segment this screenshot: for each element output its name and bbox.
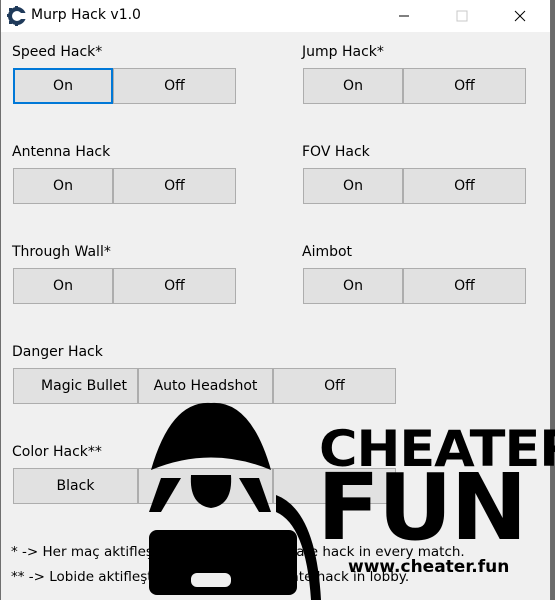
- watermark-cheater: CHEATER: [319, 420, 555, 478]
- danger-hack-off-button[interactable]: Off: [273, 368, 396, 404]
- antenna-hack-label: Antenna Hack: [12, 144, 111, 160]
- speed-hack-label: Speed Hack*: [12, 44, 103, 60]
- color-black-button[interactable]: Black: [13, 468, 138, 504]
- fov-hack-on-button[interactable]: On: [303, 168, 403, 204]
- window-title: Murp Hack v1.0: [31, 7, 141, 23]
- jump-hack-on-button[interactable]: On: [303, 68, 403, 104]
- jump-hack-label: Jump Hack*: [302, 44, 384, 60]
- note-lobby: ** -> Lobide aktifleştirin. - You must a…: [11, 569, 410, 585]
- danger-hack-label: Danger Hack: [12, 344, 103, 360]
- minimize-icon: [399, 15, 409, 17]
- title-bar: Murp Hack v1.0: [1, 0, 550, 32]
- speed-hack-on-button[interactable]: On: [13, 68, 113, 104]
- minimize-button[interactable]: [381, 0, 427, 32]
- fov-hack-label: FOV Hack: [302, 144, 370, 160]
- jump-hack-off-button[interactable]: Off: [403, 68, 526, 104]
- color-option-2-button[interactable]: [138, 468, 273, 504]
- magic-bullet-button[interactable]: Magic Bullet: [13, 368, 138, 404]
- note-every-match: * -> Her maç aktifleştirin. - You must a…: [11, 544, 465, 560]
- antenna-hack-off-button[interactable]: Off: [113, 168, 236, 204]
- through-wall-off-button[interactable]: Off: [113, 268, 236, 304]
- through-wall-label: Through Wall*: [12, 244, 111, 260]
- maximize-button[interactable]: [439, 0, 485, 32]
- color-hack-label: Color Hack**: [12, 444, 102, 460]
- app-window: Murp Hack v1.0 Speed Hack* On Off Jump H…: [0, 0, 555, 600]
- fov-hack-off-button[interactable]: Off: [403, 168, 526, 204]
- close-button[interactable]: [497, 0, 543, 32]
- maximize-icon: [456, 10, 468, 22]
- color-option-3-button[interactable]: [273, 468, 396, 504]
- aimbot-off-button[interactable]: Off: [403, 268, 526, 304]
- close-icon: [514, 10, 526, 22]
- cheat-engine-icon: [7, 6, 27, 26]
- speed-hack-off-button[interactable]: Off: [113, 68, 236, 104]
- aimbot-label: Aimbot: [302, 244, 353, 260]
- antenna-hack-on-button[interactable]: On: [13, 168, 113, 204]
- auto-headshot-button[interactable]: Auto Headshot: [138, 368, 273, 404]
- aimbot-on-button[interactable]: On: [303, 268, 403, 304]
- through-wall-on-button[interactable]: On: [13, 268, 113, 304]
